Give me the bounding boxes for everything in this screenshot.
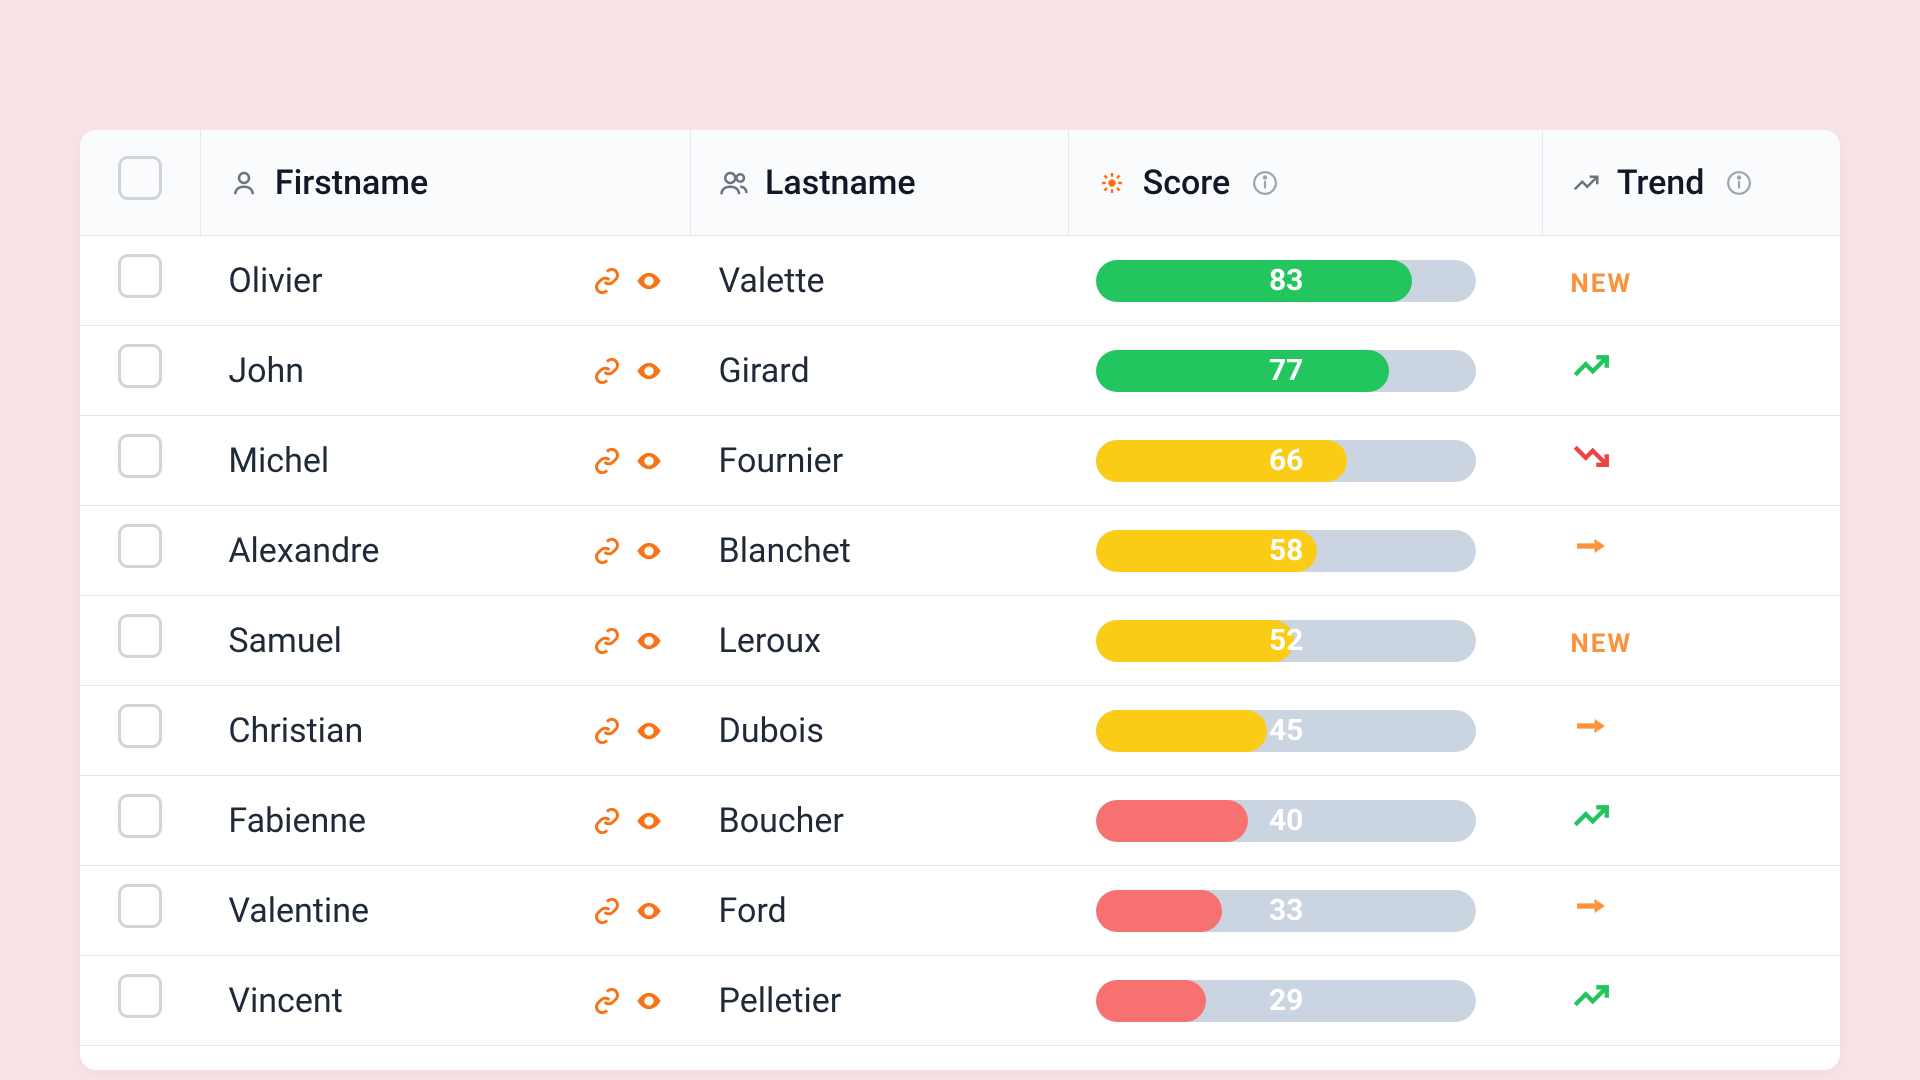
eye-icon[interactable] (635, 537, 663, 565)
firstname-cell: Vincent (228, 981, 342, 1021)
trend-up-icon (1570, 795, 1612, 837)
score-bar: 66 (1096, 440, 1476, 482)
row-checkbox[interactable] (118, 884, 162, 928)
score-value: 77 (1096, 350, 1476, 392)
score-bar: 58 (1096, 530, 1476, 572)
score-value: 66 (1096, 440, 1476, 482)
score-bar: 52 (1096, 620, 1476, 662)
table-row: Samuel Leroux 52 NEW (80, 596, 1840, 686)
eye-icon[interactable] (635, 987, 663, 1015)
eye-icon[interactable] (635, 627, 663, 655)
score-value: 29 (1096, 980, 1476, 1022)
score-bar: 83 (1096, 260, 1476, 302)
row-checkbox[interactable] (118, 614, 162, 658)
firstname-cell: Olivier (228, 261, 322, 301)
row-checkbox[interactable] (118, 344, 162, 388)
link-icon[interactable] (593, 627, 621, 655)
trend-up-icon (1570, 345, 1612, 387)
lastname-cell: Ford (719, 891, 787, 931)
info-icon[interactable] (1726, 170, 1752, 196)
row-checkbox[interactable] (118, 704, 162, 748)
header-firstname-label: Firstname (275, 163, 428, 203)
link-icon[interactable] (593, 897, 621, 925)
table-row: John Girard 77 (80, 326, 1840, 416)
lastname-cell: Valette (719, 261, 825, 301)
lastname-cell: Dubois (719, 711, 824, 751)
score-bar: 33 (1096, 890, 1476, 932)
trend-flat-icon (1570, 525, 1612, 567)
table-row: Olivier Valette 83 NEW (80, 236, 1840, 326)
select-all-checkbox[interactable] (118, 156, 162, 200)
header-lastname[interactable]: Lastname (691, 130, 1069, 236)
link-icon[interactable] (593, 447, 621, 475)
trend-flat-icon (1570, 705, 1612, 747)
firstname-cell: Valentine (228, 891, 369, 931)
score-bar: 77 (1096, 350, 1476, 392)
score-value: 58 (1096, 530, 1476, 572)
eye-icon[interactable] (635, 267, 663, 295)
eye-icon[interactable] (635, 897, 663, 925)
trend-up-icon (1570, 975, 1612, 1017)
link-icon[interactable] (593, 717, 621, 745)
header-score-label: Score (1143, 163, 1231, 203)
firstname-cell: Samuel (228, 621, 342, 661)
header-trend-label: Trend (1617, 163, 1705, 203)
eye-icon[interactable] (635, 807, 663, 835)
people-table: Firstname Lastname Score (80, 130, 1840, 1046)
lastname-cell: Blanchet (719, 531, 851, 571)
lastname-cell: Girard (719, 351, 810, 391)
lastname-cell: Fournier (719, 441, 844, 481)
eye-icon[interactable] (635, 717, 663, 745)
trend-new-badge: NEW (1570, 269, 1632, 299)
firstname-cell: John (228, 351, 304, 391)
trend-down-icon (1570, 435, 1612, 477)
score-value: 52 (1096, 620, 1476, 662)
lastname-cell: Leroux (719, 621, 822, 661)
firstname-cell: Christian (228, 711, 363, 751)
eye-icon[interactable] (635, 357, 663, 385)
people-icon (719, 168, 749, 198)
person-icon (229, 168, 259, 198)
row-checkbox[interactable] (118, 254, 162, 298)
firstname-cell: Fabienne (228, 801, 366, 841)
score-bar: 40 (1096, 800, 1476, 842)
eye-icon[interactable] (635, 447, 663, 475)
link-icon[interactable] (593, 807, 621, 835)
trend-header-icon (1571, 168, 1601, 198)
row-checkbox[interactable] (118, 524, 162, 568)
header-firstname[interactable]: Firstname (200, 130, 690, 236)
table-row: Vincent Pelletier 29 (80, 956, 1840, 1046)
score-value: 33 (1096, 890, 1476, 932)
link-icon[interactable] (593, 537, 621, 565)
row-checkbox[interactable] (118, 974, 162, 1018)
link-icon[interactable] (593, 357, 621, 385)
lastname-cell: Pelletier (719, 981, 842, 1021)
table-row: Valentine Ford 33 (80, 866, 1840, 956)
info-icon[interactable] (1252, 170, 1278, 196)
score-bar: 29 (1096, 980, 1476, 1022)
link-icon[interactable] (593, 987, 621, 1015)
target-icon (1097, 168, 1127, 198)
data-table-card: Firstname Lastname Score (80, 130, 1840, 1070)
score-value: 45 (1096, 710, 1476, 752)
table-row: Fabienne Boucher 40 (80, 776, 1840, 866)
score-value: 40 (1096, 800, 1476, 842)
firstname-cell: Michel (228, 441, 329, 481)
table-row: Alexandre Blanchet 58 (80, 506, 1840, 596)
table-row: Michel Fournier 66 (80, 416, 1840, 506)
score-value: 83 (1096, 260, 1476, 302)
header-select-all (80, 130, 200, 236)
firstname-cell: Alexandre (228, 531, 379, 571)
row-checkbox[interactable] (118, 794, 162, 838)
header-lastname-label: Lastname (765, 163, 916, 203)
header-score[interactable]: Score (1068, 130, 1542, 236)
row-checkbox[interactable] (118, 434, 162, 478)
score-bar: 45 (1096, 710, 1476, 752)
header-trend[interactable]: Trend (1542, 130, 1840, 236)
trend-flat-icon (1570, 885, 1612, 927)
table-row: Christian Dubois 45 (80, 686, 1840, 776)
link-icon[interactable] (593, 267, 621, 295)
lastname-cell: Boucher (719, 801, 844, 841)
trend-new-badge: NEW (1570, 629, 1632, 659)
